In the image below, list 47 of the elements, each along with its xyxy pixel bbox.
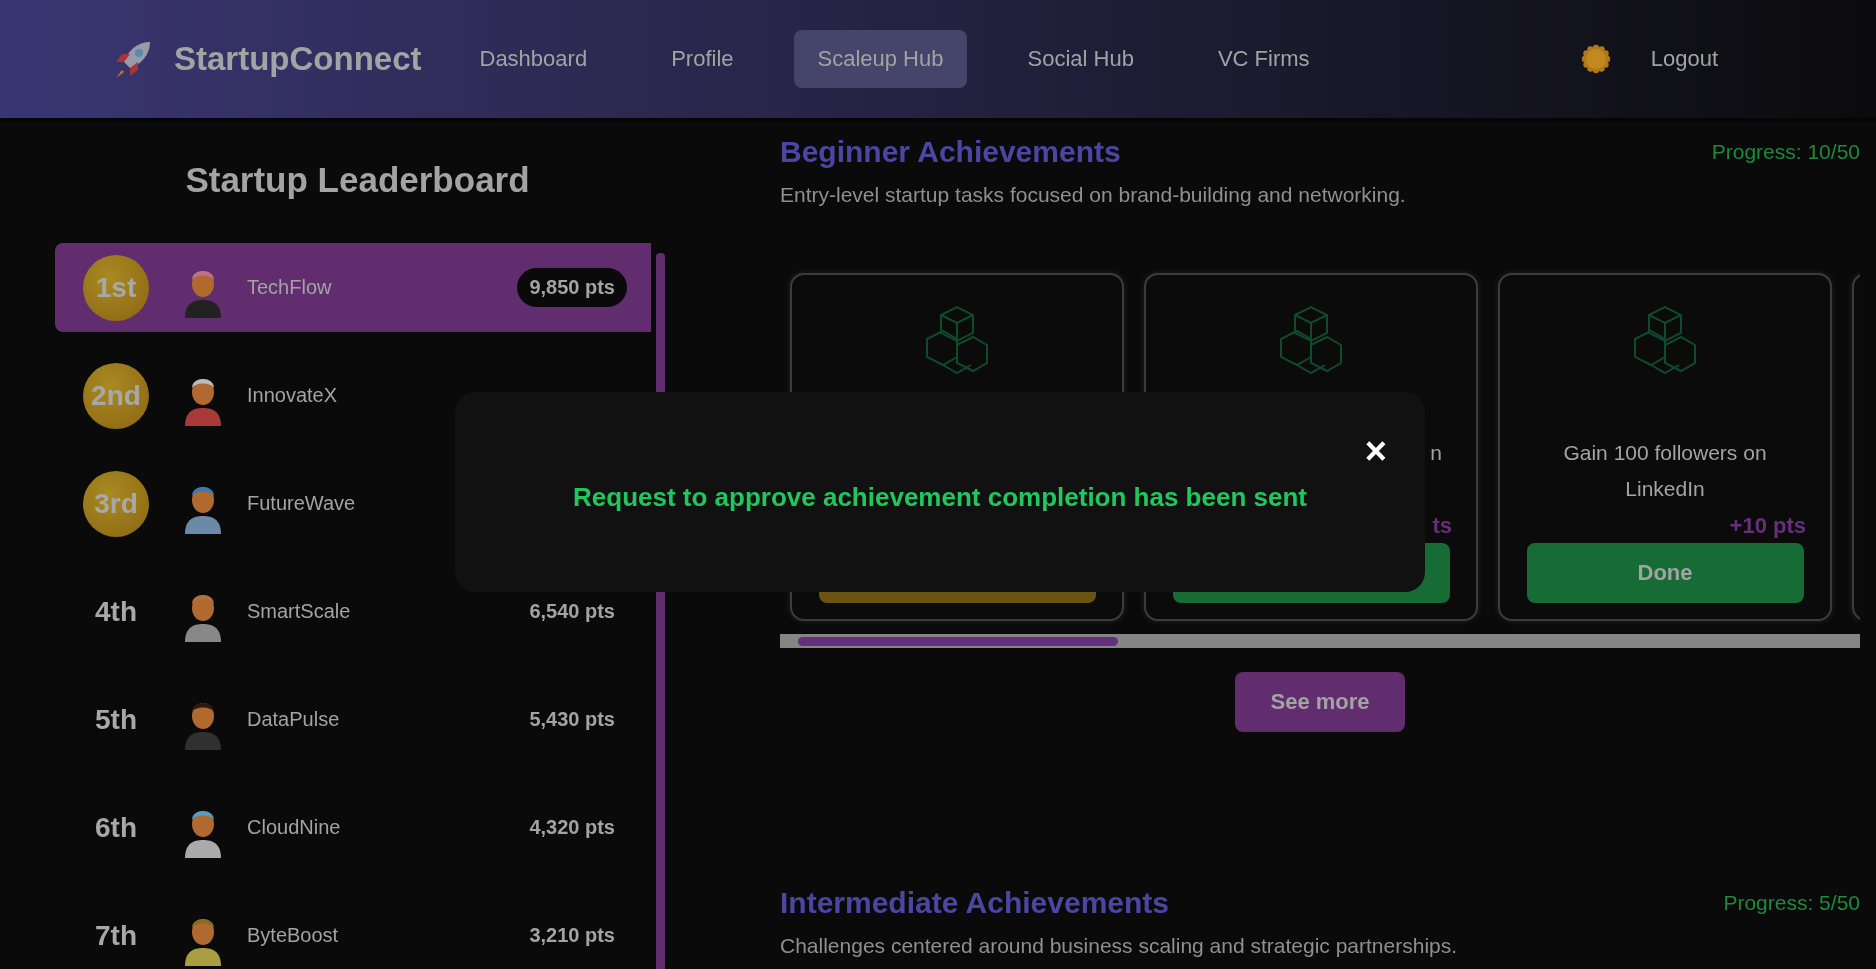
rank-badge: 1st	[83, 254, 149, 321]
section-title: Intermediate Achievements	[780, 886, 1170, 920]
section-description: Entry-level startup tasks focused on brand-building and networking.	[780, 183, 1407, 207]
rank-label: 6th	[94, 810, 138, 845]
leaderboard-title: Startup Leaderboard	[184, 159, 531, 201]
rank-label: 5th	[94, 702, 138, 737]
progress-text: Progress: 10/50	[1711, 140, 1860, 164]
sun-icon[interactable]	[1580, 44, 1611, 74]
nav-link[interactable]: Social Hub	[1003, 30, 1158, 88]
logout-link[interactable]: Logout	[1650, 46, 1718, 72]
startup-name: InnovateX	[247, 384, 339, 407]
startup-name: CloudNine	[247, 816, 342, 839]
card-title: n	[1430, 441, 1442, 464]
rank-label: 4th	[94, 594, 138, 629]
section-title: Beginner Achievements	[780, 135, 1121, 169]
leaderboard-row[interactable]: 5th DataPulse 5,430 pts	[55, 675, 651, 764]
section-description: Challenges centered around business scaling and strategic partnerships.	[780, 934, 1459, 958]
nav-link[interactable]: Dashboard	[455, 30, 612, 88]
nav-link[interactable]: Profile	[647, 30, 758, 88]
leaderboard-row[interactable]: 2nd InnovateX	[55, 351, 651, 440]
startup-name: DataPulse	[247, 708, 341, 731]
see-more-button[interactable]: See more	[1235, 672, 1405, 732]
points: 6,540 pts	[528, 599, 616, 624]
startup-name: ByteBoost	[247, 924, 340, 947]
points: 4,320 pts	[528, 815, 616, 840]
startup-name: TechFlow	[247, 276, 333, 299]
leaderboard-row[interactable]: 7th ByteBoost 3,210 pts	[55, 891, 651, 969]
notification-message: Request to approve achievement completion has been sent	[573, 481, 1307, 513]
leaderboard-row[interactable]: 6th CloudNine 4,320 pts	[55, 783, 651, 872]
nav-link[interactable]: Scaleup Hub	[793, 30, 968, 88]
leaderboard-row[interactable]: 4th SmartScale 6,540 pts	[55, 567, 651, 656]
points: 5,430 pts	[528, 707, 616, 732]
card-points: ts	[1432, 513, 1452, 540]
brand-name: StartupConnect	[174, 40, 422, 78]
rank-badge: 3rd	[83, 470, 149, 537]
leaderboard-row[interactable]: 1st TechFlow 9,850 pts	[55, 243, 651, 332]
points: 3,210 pts	[528, 923, 616, 948]
startup-name: SmartScale	[247, 600, 352, 623]
close-button[interactable]: ×	[1364, 432, 1387, 470]
card-title: Gain 100 followers on LinkedIn	[1562, 440, 1768, 502]
progress-text: Progress: 5/50	[1723, 891, 1860, 915]
card-points: +10 pts	[1729, 513, 1806, 540]
horizontal-scrollbar[interactable]	[780, 634, 1860, 648]
nav-link[interactable]: VC Firms	[1193, 30, 1334, 88]
rank-badge: 2nd	[83, 362, 149, 429]
rank-label: 7th	[94, 918, 138, 953]
points: 9,850 pts	[517, 268, 627, 307]
